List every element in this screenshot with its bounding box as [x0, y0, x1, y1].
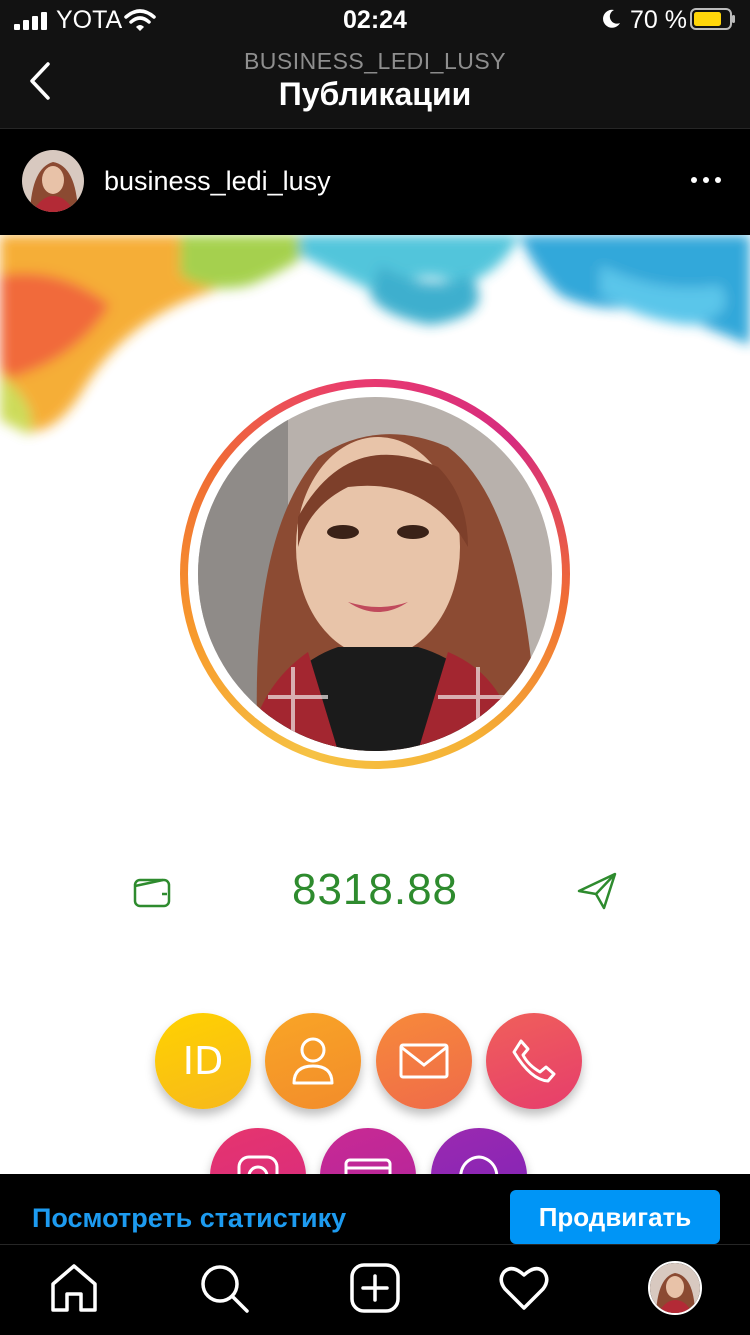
- avatar[interactable]: [22, 150, 84, 212]
- id-icon: ID: [182, 1039, 224, 1083]
- id-button: ID: [155, 1013, 251, 1109]
- balance-value: 8318.88: [291, 865, 459, 914]
- wallet-icon: [133, 878, 171, 908]
- page-title: Публикации: [278, 76, 472, 112]
- promote-button[interactable]: Продвигать: [510, 1190, 720, 1244]
- profile-handle: BUSINESS_LEDI_LUSY: [243, 48, 507, 74]
- battery-icon: [690, 8, 735, 30]
- send-icon: [577, 872, 617, 910]
- home-icon[interactable]: [48, 1262, 100, 1314]
- mail-button: [376, 1013, 472, 1109]
- instagram-button: [210, 1128, 306, 1174]
- user-icon: [292, 1037, 334, 1085]
- instagram-icon: [237, 1155, 279, 1174]
- search-icon[interactable]: [198, 1262, 250, 1314]
- activity-heart-icon[interactable]: [498, 1262, 550, 1314]
- whatsapp-icon: [459, 1155, 499, 1174]
- profile-photo: [198, 397, 552, 751]
- battery-percent: 70 %: [630, 6, 687, 34]
- phone-button: [486, 1013, 582, 1109]
- add-post-icon[interactable]: [349, 1262, 401, 1314]
- view-insights-link[interactable]: Посмотреть статистику: [32, 1203, 346, 1234]
- whatsapp-button: [431, 1128, 527, 1174]
- mail-icon: [399, 1043, 449, 1079]
- card-button: [320, 1128, 416, 1174]
- profile-avatar[interactable]: [648, 1261, 702, 1315]
- post-image[interactable]: 8318.88 ID: [0, 235, 750, 1174]
- more-options-icon[interactable]: [690, 168, 722, 192]
- moon-icon: [603, 9, 620, 28]
- post-username[interactable]: business_ledi_lusy: [104, 166, 331, 197]
- phone-icon: [512, 1039, 556, 1083]
- card-icon: [344, 1158, 392, 1174]
- user-button: [265, 1013, 361, 1109]
